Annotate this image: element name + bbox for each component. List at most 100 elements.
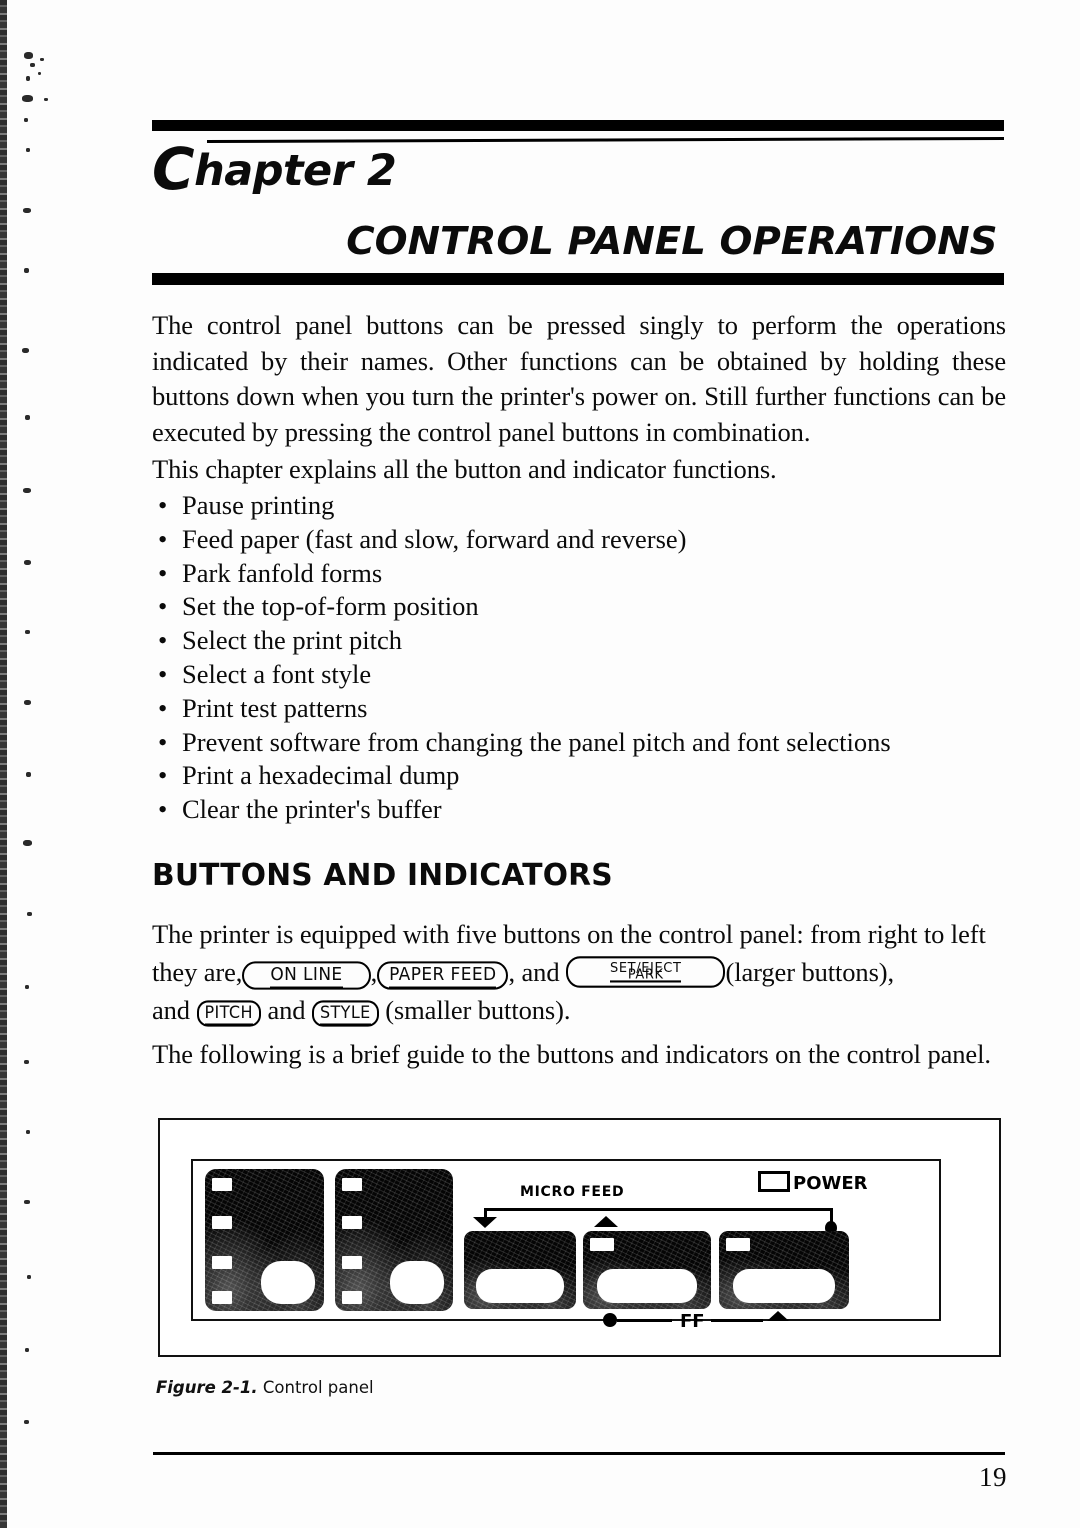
power-led-icon xyxy=(758,1171,790,1192)
header-rule-hair xyxy=(206,136,1004,143)
keycap[interactable] xyxy=(390,1261,444,1304)
page-number: 19 xyxy=(979,1462,1007,1492)
list-item: • Pause printing xyxy=(152,489,1012,523)
button-paper-feed-label: PAPER FEED xyxy=(389,964,497,989)
scan-speck xyxy=(26,1130,30,1134)
list-item: • Print a hexadecimal dump xyxy=(152,759,1012,793)
scan-speck xyxy=(24,1200,30,1204)
button-paper-feed[interactable]: PAPER FEED xyxy=(377,961,509,990)
keycap[interactable] xyxy=(261,1261,315,1304)
larger-buttons-note: (larger buttons), xyxy=(725,957,895,987)
button-set-eject-park[interactable]: SET/EJECT PARK xyxy=(566,956,726,988)
scan-speck xyxy=(25,630,30,634)
micro-feed-label: MICRO FEED xyxy=(520,1184,625,1200)
scan-speck xyxy=(30,63,35,67)
document-page: Chapter 2 CONTROL PANEL OPERATIONS The c… xyxy=(0,0,1080,1528)
panel-button-micro-feed-forward[interactable] xyxy=(583,1231,711,1309)
list-item-label: Feed paper (fast and slow, forward and r… xyxy=(182,523,687,554)
list-item: • Feed paper (fast and slow, forward and … xyxy=(152,523,1012,557)
button-pitch[interactable]: PITCH xyxy=(196,1000,261,1027)
ff-dot-icon xyxy=(603,1313,617,1327)
bullet-marker: • xyxy=(158,557,168,588)
figure-caption: Figure 2-1. Control panel xyxy=(156,1378,374,1397)
figure-caption-number: Figure 2-1. xyxy=(156,1378,258,1397)
bullet-marker: • xyxy=(158,591,168,622)
control-panel-body: MICRO FEED POWER FF xyxy=(191,1159,941,1332)
led-indicator xyxy=(342,1178,362,1191)
scan-speck xyxy=(25,985,29,989)
panel-button-on-line[interactable] xyxy=(205,1169,324,1311)
led-indicator xyxy=(726,1238,750,1251)
scan-speck xyxy=(22,348,29,353)
scan-speck xyxy=(40,58,44,61)
list-item: • Select a font style xyxy=(152,658,1012,692)
chapter-label-rest: hapter 2 xyxy=(194,146,397,196)
ff-connector-right xyxy=(711,1319,763,1322)
list-item-label: Clear the printer's buffer xyxy=(182,794,442,825)
ff-connector-left xyxy=(617,1319,672,1322)
button-style[interactable]: STYLE xyxy=(311,1000,379,1027)
scan-speck xyxy=(26,148,30,152)
scan-speck xyxy=(24,1420,29,1424)
scan-speck xyxy=(25,1348,29,1352)
intro-paragraph-1: The control panel buttons can be pressed… xyxy=(152,310,1006,447)
power-label: POWER xyxy=(793,1173,868,1194)
bullet-marker: • xyxy=(158,625,168,656)
scan-speck xyxy=(24,700,31,705)
and-word-2: and xyxy=(267,995,306,1025)
bullet-marker: • xyxy=(158,760,168,791)
button-style-label: STYLE xyxy=(319,1002,371,1026)
scan-speck xyxy=(27,1275,31,1279)
scan-speck xyxy=(26,772,31,777)
scan-speck xyxy=(24,268,29,273)
keycap[interactable] xyxy=(733,1269,835,1303)
scan-speck xyxy=(23,488,31,493)
figure-control-panel: MICRO FEED POWER FF xyxy=(158,1118,1001,1357)
scan-speck xyxy=(44,98,48,101)
figure-caption-text: Control panel xyxy=(257,1378,374,1397)
panel-button-micro-feed-reverse[interactable] xyxy=(464,1231,576,1309)
led-indicator xyxy=(212,1256,232,1269)
figure-lead-paragraph: The following is a brief guide to the bu… xyxy=(152,1039,991,1069)
bullet-marker: • xyxy=(158,726,168,757)
separator-comma: , xyxy=(370,957,378,987)
list-item-label: Select the print pitch xyxy=(182,625,403,656)
micro-feed-connector-horizontal xyxy=(484,1208,833,1211)
led-indicator xyxy=(212,1178,232,1191)
micro-feed-forward-arrow-icon xyxy=(594,1216,618,1227)
scan-speck xyxy=(23,840,32,846)
led-indicator xyxy=(212,1216,232,1229)
chapter-label: Chapter 2 xyxy=(152,140,397,198)
keycap[interactable] xyxy=(476,1269,564,1303)
micro-feed-reverse-arrow-icon xyxy=(473,1217,497,1228)
keycap[interactable] xyxy=(597,1269,697,1303)
chapter-dropcap: C xyxy=(152,135,195,203)
list-item: • Clear the printer's buffer xyxy=(152,793,1012,827)
scan-speck xyxy=(25,415,30,420)
intro-paragraph-2: This chapter explains all the button and… xyxy=(152,454,777,484)
footer-rule xyxy=(153,1452,1005,1455)
scan-speck xyxy=(23,208,31,213)
button-on-line[interactable]: ON LINE xyxy=(242,961,371,990)
list-item: • Park fanfold forms xyxy=(152,557,1012,591)
capability-list: • Pause printing • Feed paper (fast and sl… xyxy=(152,489,1012,827)
panel-button-set-eject-park[interactable] xyxy=(719,1231,849,1309)
and-word-1: and xyxy=(152,995,190,1025)
list-item-label: Set the top-of-form position xyxy=(182,591,479,622)
ff-forward-arrow-icon xyxy=(767,1311,789,1321)
scan-edge-artifact xyxy=(0,0,7,1528)
led-indicator xyxy=(342,1291,362,1304)
bullet-marker: • xyxy=(158,658,168,689)
header-rule-top xyxy=(152,120,1004,131)
panel-button-paper-feed[interactable] xyxy=(335,1169,453,1311)
list-item: • Select the print pitch xyxy=(152,624,1012,658)
ff-label: FF xyxy=(680,1311,705,1332)
list-item-label: Print a hexadecimal dump xyxy=(182,760,460,791)
scan-speck xyxy=(24,52,33,59)
list-item-label: Select a font style xyxy=(182,658,372,689)
list-item: • Prevent software from changing the pane… xyxy=(152,726,1012,760)
smaller-buttons-note: (smaller buttons). xyxy=(385,995,571,1025)
list-item: • Set the top-of-form position xyxy=(152,590,1012,624)
header-rule-bottom xyxy=(152,273,1004,285)
bullet-marker: • xyxy=(158,794,168,825)
